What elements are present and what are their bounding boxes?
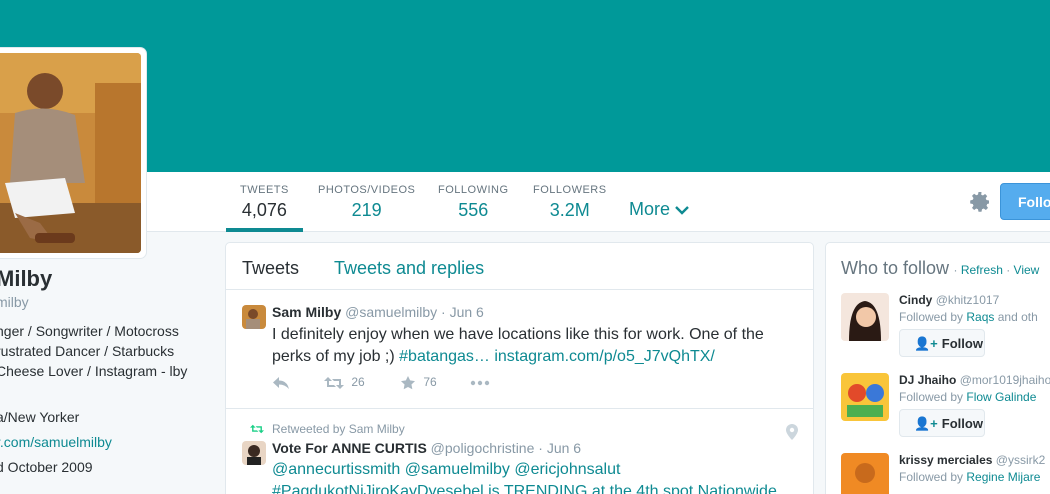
profile-banner (0, 0, 1050, 172)
retweet-button[interactable]: 26 (324, 375, 365, 390)
profile-handle[interactable]: milby (0, 294, 29, 310)
tweet[interactable]: Sam Milby @samuelmilby · Jun 6 I definit… (226, 290, 813, 409)
tweet[interactable]: Retweeted by Sam Milby Vote For ANNE CUR… (226, 409, 813, 494)
tweet-header: Vote For ANNE CURTIS @poligochristine · … (272, 440, 581, 456)
tweet-header: Sam Milby @samuelmilby · Jun 6 (272, 304, 484, 320)
retweet-icon (324, 376, 344, 389)
more-actions-button[interactable] (470, 375, 490, 390)
suggestion-handle[interactable]: @khitz1017 (936, 293, 1000, 307)
gear-icon[interactable] (968, 190, 992, 214)
suggestion-avatar[interactable] (841, 293, 889, 341)
tweet-screenname[interactable]: @samuelmilby (345, 304, 437, 320)
suggestion-name[interactable]: DJ Jhaiho (899, 373, 956, 387)
profile-avatar[interactable] (0, 48, 146, 258)
tweet-hashtag[interactable]: #PagdukotNiJiroKayDyesebel is TRENDING a… (272, 483, 777, 494)
profile-bio: nger / Songwriter / Motocross rustrated … (0, 323, 188, 379)
timeline-tabs: Tweets Tweets and replies (226, 243, 813, 290)
tweet-hashtag[interactable]: #batangas… (399, 348, 490, 365)
ellipsis-icon (470, 380, 490, 386)
profile-joined-date: d October 2009 (0, 459, 93, 475)
add-user-icon: 👤+ (914, 416, 938, 431)
star-icon (401, 376, 415, 390)
tweet-link[interactable]: instagram.com/p/o5_J7vQhTX/ (490, 348, 715, 365)
suggestion-followed-by: Followed by Flow Galinde (899, 390, 1037, 404)
suggestion-avatar[interactable] (841, 453, 889, 494)
follow-button[interactable]: Follo (1000, 183, 1050, 220)
refresh-link[interactable]: Refresh (961, 263, 1003, 277)
active-tab-underline (226, 228, 303, 232)
suggestion-name[interactable]: Cindy (899, 293, 932, 307)
tweet-mentions[interactable]: @annecurtissmith @samuelmilby @ericjohns… (272, 461, 620, 478)
add-user-icon: 👤+ (914, 336, 938, 351)
tab-tweets-and-replies[interactable]: Tweets and replies (334, 258, 484, 279)
profile-nav-bar (0, 172, 1050, 232)
timeline: Tweets Tweets and replies Sam Milby @sam… (225, 242, 814, 494)
suggestion-handle[interactable]: @mor1019jhaiho (960, 373, 1050, 387)
tab-tweets[interactable]: Tweets (242, 258, 299, 279)
profile-name: Milby (0, 266, 53, 291)
chevron-down-icon (675, 206, 689, 215)
who-to-follow-panel: Who to follow · Refresh · View Cindy @kh… (825, 242, 1050, 494)
tweet-date[interactable]: · Jun 6 (441, 304, 484, 320)
suggestion-follow-button[interactable]: 👤+ Follow (899, 409, 985, 437)
tweet-text: I definitely enjoy when we have location… (272, 326, 764, 365)
suggestion-followed-by: Followed by Regine Mijare (899, 470, 1041, 484)
tweet-fullname[interactable]: Vote For ANNE CURTIS (272, 440, 427, 456)
tweet-author-avatar[interactable] (242, 305, 266, 329)
tweet-text: @annecurtissmith @samuelmilby @ericjohns… (272, 459, 802, 494)
nav-photos-videos[interactable]: PHOTOS/VIDEOS 219 (318, 184, 415, 221)
location-pin-icon[interactable] (786, 424, 798, 440)
who-to-follow-header: Who to follow · Refresh · View (841, 258, 1040, 278)
more-menu-button[interactable]: More (629, 199, 689, 220)
nav-tweets[interactable]: TWEETS 4,076 (240, 184, 289, 221)
who-to-follow-title: Who to follow (841, 258, 950, 278)
reply-button[interactable] (272, 375, 290, 390)
suggestion-name[interactable]: krissy merciales (899, 453, 992, 467)
tweet-screenname[interactable]: @poligochristine (431, 440, 535, 456)
view-all-link[interactable]: View (1014, 263, 1040, 277)
suggestion-handle[interactable]: @yssirk2 (996, 453, 1046, 467)
suggestion-followed-by: Followed by Raqs and oth (899, 310, 1038, 324)
nav-following[interactable]: FOLLOWING 556 (438, 184, 509, 221)
tweet-date[interactable]: · Jun 6 (538, 440, 581, 456)
favorite-button[interactable]: 76 (400, 375, 437, 391)
suggestion-avatar[interactable] (841, 373, 889, 421)
retweet-icon (250, 424, 264, 434)
profile-url[interactable]: r.com/samuelmilby (0, 434, 112, 450)
reply-icon (273, 376, 289, 389)
profile-location: a/New Yorker (0, 409, 80, 425)
nav-followers[interactable]: FOLLOWERS 3.2M (533, 184, 607, 221)
tweet-fullname[interactable]: Sam Milby (272, 304, 341, 320)
tweet-author-avatar[interactable] (242, 441, 266, 465)
retweeted-by[interactable]: Retweeted by Sam Milby (272, 422, 405, 436)
suggestion-follow-button[interactable]: 👤+ Follow (899, 329, 985, 357)
